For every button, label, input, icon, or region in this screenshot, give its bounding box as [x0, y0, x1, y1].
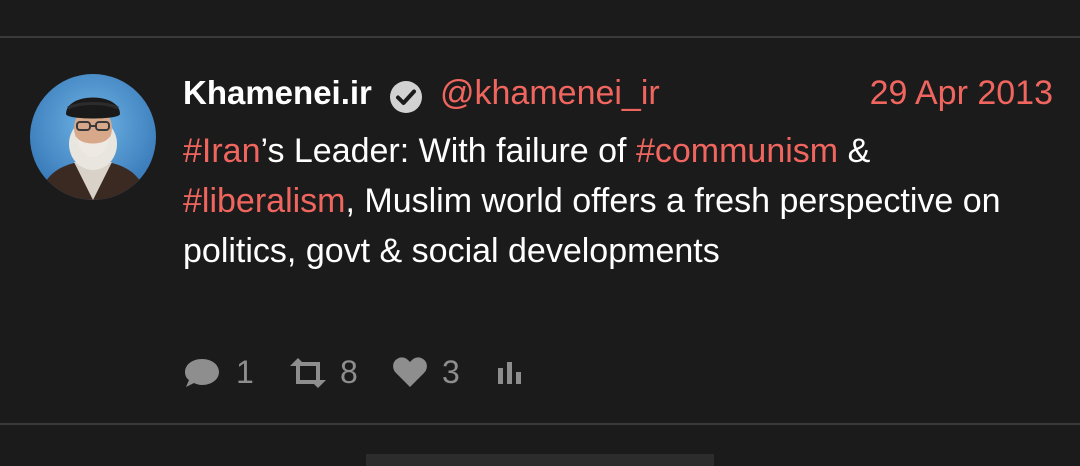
tweet-text-segment: & — [838, 132, 871, 170]
reply-count: 1 — [236, 354, 254, 390]
tweet-text-segment: ’s Leader: With failure of — [260, 132, 636, 170]
bottom-divider — [0, 423, 1080, 425]
author-display-name[interactable]: Khamenei.ir — [183, 74, 372, 112]
tweet-date[interactable]: 29 Apr 2013 — [870, 74, 1053, 113]
tweet-actions: 1 8 3 — [182, 352, 542, 392]
hashtag-iran[interactable]: #Iran — [183, 132, 261, 170]
previous-tweet-icon-fragment — [180, 0, 194, 4]
bottom-panel-edge — [366, 454, 714, 466]
stats-button[interactable] — [496, 352, 526, 392]
verified-check-icon — [390, 81, 422, 113]
top-divider — [0, 36, 1080, 38]
tweet-text: #Iran’s Leader: With failure of #communi… — [183, 126, 1043, 276]
retweet-arrows-icon — [290, 358, 326, 388]
avatar-image — [30, 74, 156, 200]
speech-bubble-icon — [185, 359, 219, 387]
retweet-count: 8 — [340, 354, 358, 390]
retweet-button[interactable]: 8 — [286, 352, 366, 392]
like-count: 3 — [442, 354, 460, 390]
reply-button[interactable]: 1 — [182, 352, 262, 392]
like-button[interactable]: 3 — [392, 352, 472, 392]
hashtag-communism[interactable]: #communism — [636, 132, 838, 170]
author-handle[interactable]: @khamenei_ir — [440, 74, 660, 113]
avatar[interactable] — [30, 74, 156, 200]
bar-chart-icon — [498, 362, 521, 384]
heart-icon — [393, 357, 427, 387]
tweet-header: Khamenei.ir @khamenei_ir 29 Apr 2013 — [183, 70, 1053, 120]
hashtag-liberalism[interactable]: #liberalism — [183, 182, 346, 220]
